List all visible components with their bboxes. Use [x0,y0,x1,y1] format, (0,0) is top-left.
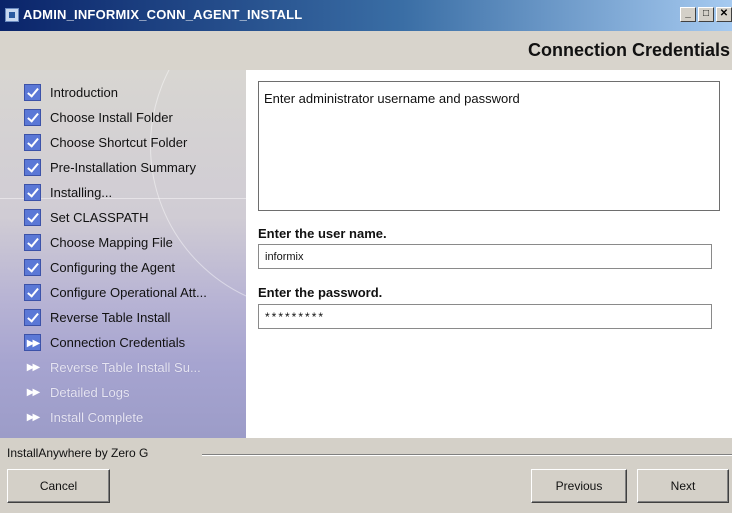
step-item: Reverse Table Install [24,305,207,330]
window-title: ADMIN_INFORMIX_CONN_AGENT_INSTALL [23,7,303,22]
step-item: Choose Mapping File [24,230,207,255]
checkmark-icon [24,234,41,251]
close-button[interactable]: ✕ [716,7,732,22]
checkmark-icon [24,209,41,226]
step-item: Introduction [24,80,207,105]
step-item: Choose Install Folder [24,105,207,130]
content-panel: Enter administrator username and passwor… [246,70,732,438]
step-item: Configure Operational Att... [24,280,207,305]
step-item: Configuring the Agent [24,255,207,280]
double-arrow-icon: ▶▶ [26,387,40,398]
title-bar[interactable]: ADMIN_INFORMIX_CONN_AGENT_INSTALL _ □ ✕ [0,0,732,31]
step-item-pending: ▶▶ Install Complete [24,405,207,430]
step-item-pending: ▶▶ Detailed Logs [24,380,207,405]
checkmark-icon [24,159,41,176]
step-item: Set CLASSPATH [24,205,207,230]
installer-window: ADMIN_INFORMIX_CONN_AGENT_INSTALL _ □ ✕ … [0,0,732,513]
step-label: Set CLASSPATH [50,210,149,225]
step-label: Pre-Installation Summary [50,160,196,175]
step-item: Installing... [24,180,207,205]
step-item-pending: ▶▶ Reverse Table Install Su... [24,355,207,380]
step-label: Install Complete [50,410,144,425]
app-icon [5,8,19,22]
double-arrow-icon: ▶▶ [24,334,41,351]
checkmark-icon [24,259,41,276]
description-box: Enter administrator username and passwor… [258,81,720,211]
step-item: Pre-Installation Summary [24,155,207,180]
checkmark-icon [24,109,41,126]
checkmark-icon [24,309,41,326]
next-button[interactable]: Next [637,469,729,503]
step-label: Introduction [50,85,118,100]
description-text: Enter administrator username and passwor… [264,91,520,106]
step-label: Configuring the Agent [50,260,176,275]
cancel-button[interactable]: Cancel [7,469,110,503]
password-label: Enter the password. [258,285,383,300]
double-arrow-icon: ▶▶ [26,362,40,373]
username-input[interactable] [258,244,712,269]
minimize-button[interactable]: _ [680,7,696,22]
username-label: Enter the user name. [258,226,387,241]
double-arrow-icon: ▶▶ [26,412,40,423]
brand-text: InstallAnywhere by Zero G [7,446,153,460]
step-item: Choose Shortcut Folder [24,130,207,155]
step-header: Connection Credentials [0,31,732,70]
steps-panel: Introduction Choose Install Folder Choos… [0,70,246,438]
maximize-button[interactable]: □ [698,7,714,22]
password-input[interactable] [258,304,712,329]
step-label: Reverse Table Install [50,310,171,325]
step-item-current: ▶▶ Connection Credentials [24,330,207,355]
page-title: Connection Credentials [527,40,730,60]
step-label: Choose Install Folder [50,110,173,125]
checkmark-icon [24,284,41,301]
step-label: Choose Mapping File [50,235,173,250]
previous-button[interactable]: Previous [531,469,627,503]
checkmark-icon [24,134,41,151]
step-label: Detailed Logs [50,385,130,400]
step-label: Reverse Table Install Su... [50,360,201,375]
footer-divider [202,454,732,456]
step-label: Choose Shortcut Folder [50,135,188,150]
step-label: Configure Operational Att... [50,285,207,300]
checkmark-icon [24,84,41,101]
step-label: Connection Credentials [50,335,186,350]
step-label: Installing... [50,185,113,200]
checkmark-icon [24,184,41,201]
step-list: Introduction Choose Install Folder Choos… [24,80,207,430]
